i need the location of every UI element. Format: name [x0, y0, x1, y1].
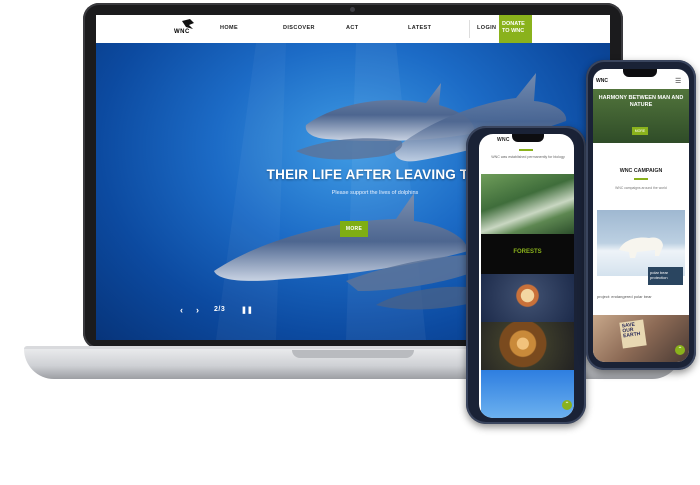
phone-left-screen: WNC WNC was established permanently for …: [479, 134, 574, 418]
donate-label-2: TO WNC: [502, 28, 525, 34]
hamburger-menu-icon[interactable]: ☰: [675, 77, 681, 85]
accent-divider: [519, 149, 533, 151]
forests-band[interactable]: FORESTS: [481, 234, 574, 274]
polar-bear-button[interactable]: polar bear protection: [648, 267, 683, 285]
site-navbar: WNC HOME DISCOVER ACT LATEST LOGIN DONAT…: [96, 15, 610, 43]
camera-icon: [350, 7, 355, 12]
phone-right-hero-title: HARMONY BETWEEN MAN AND NATURE: [598, 95, 684, 108]
logo-text[interactable]: WNC: [174, 29, 190, 35]
slider-pager: 2/3: [214, 306, 226, 313]
nav-login[interactable]: LOGIN: [477, 25, 496, 31]
nav-latest[interactable]: LATEST: [408, 25, 431, 31]
scroll-top-icon[interactable]: ⌃: [675, 345, 685, 355]
hero-more-button[interactable]: MORE: [340, 221, 368, 237]
protest-sign: SAVE OUR EARTH: [619, 319, 647, 349]
card-caption: project: endangered polar bear: [597, 294, 652, 299]
phone-right-logo[interactable]: WNC: [596, 78, 608, 84]
donate-label-1: DONATE: [502, 21, 525, 27]
phone-left: WNC WNC was established permanently for …: [466, 126, 586, 424]
nav-discover[interactable]: DISCOVER: [283, 25, 315, 31]
phone-notch: [512, 134, 544, 142]
campaign-text: WNC campaigns around the world: [615, 186, 667, 190]
phone-right: WNC ☰ HARMONY BETWEEN MAN AND NATURE MOR…: [586, 60, 696, 370]
nav-home[interactable]: HOME: [220, 25, 238, 31]
chevron-left-icon[interactable]: ‹: [180, 305, 183, 315]
nav-divider: [469, 20, 470, 38]
scroll-top-icon[interactable]: ⌃: [562, 400, 572, 410]
pause-icon[interactable]: ❚❚: [241, 306, 253, 314]
phone-right-screen: WNC ☰ HARMONY BETWEEN MAN AND NATURE MOR…: [593, 69, 689, 362]
phone-left-heading: WNC: [497, 137, 510, 143]
campaign-title: WNC CAMPAIGN: [619, 168, 663, 174]
jellyfish-photo[interactable]: [481, 274, 574, 322]
donate-button[interactable]: DONATE TO WNC: [499, 15, 532, 43]
wind-turbine-photo[interactable]: [481, 370, 574, 418]
forests-label: FORESTS: [513, 249, 542, 255]
leopard-photo[interactable]: [481, 322, 574, 370]
accent-divider: [634, 178, 648, 180]
nav-act[interactable]: ACT: [346, 25, 359, 31]
laptop-notch: [292, 350, 414, 358]
chevron-right-icon[interactable]: ›: [196, 305, 199, 315]
phone-left-intro: WNC was established permanently for biol…: [491, 155, 565, 159]
mountain-photo[interactable]: [481, 174, 574, 234]
phone-right-more-button[interactable]: MORE: [632, 127, 648, 135]
phone-notch: [623, 69, 657, 77]
